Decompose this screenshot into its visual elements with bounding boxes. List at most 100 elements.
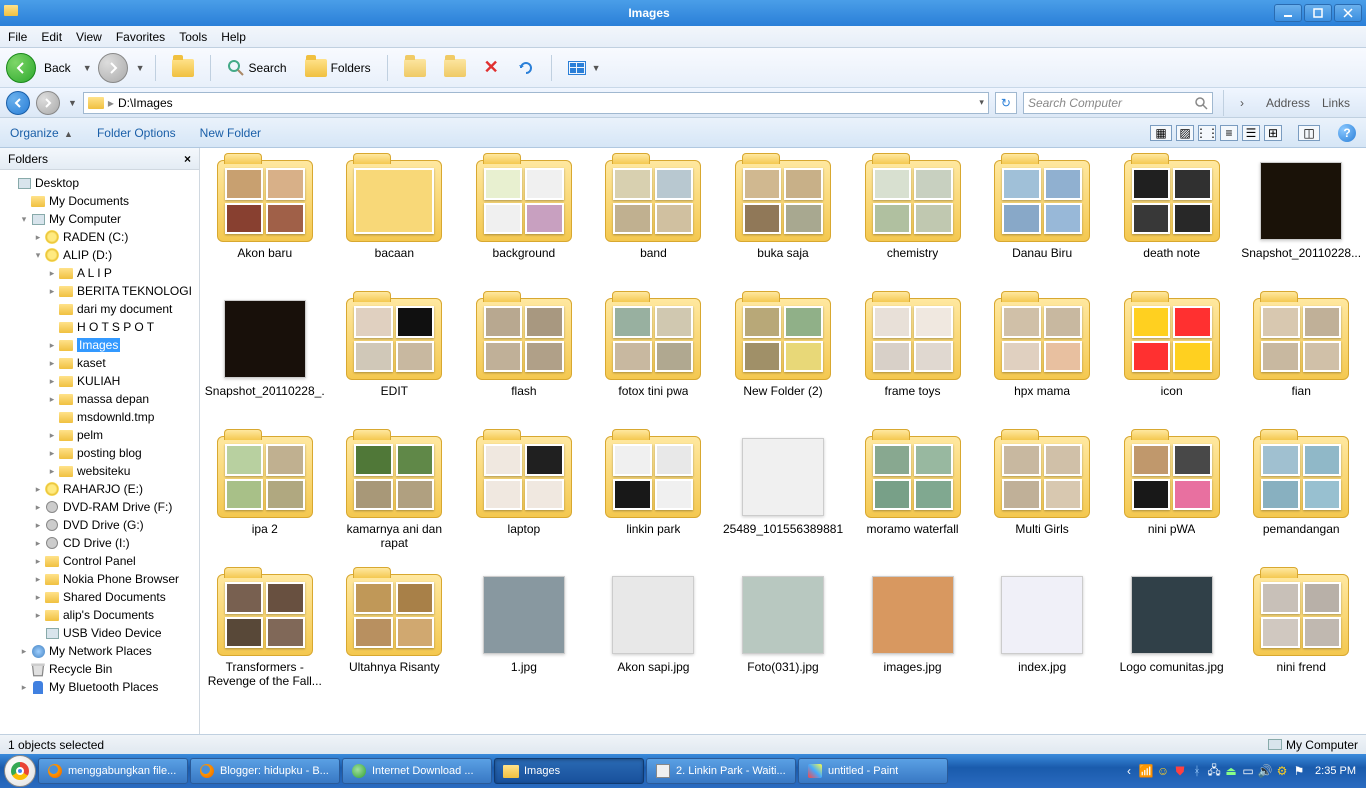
tree-item[interactable]: ▸Nokia Phone Browser — [0, 570, 199, 588]
tree-item[interactable]: msdownld.tmp — [0, 408, 199, 426]
nav-back-button[interactable] — [6, 91, 30, 115]
tree-twisty[interactable]: ▸ — [32, 538, 44, 549]
image-item[interactable]: 1.jpg — [461, 570, 587, 706]
view-list[interactable]: ≡ — [1220, 125, 1238, 141]
taskbar-button[interactable]: Internet Download ... — [342, 758, 492, 784]
folder-item[interactable]: chemistry — [850, 156, 976, 292]
folder-item[interactable]: moramo waterfall — [850, 432, 976, 568]
folder-item[interactable]: kamarnya ani dan rapat — [332, 432, 458, 568]
tray-smiley-icon[interactable]: ☺ — [1156, 764, 1170, 778]
back-button[interactable] — [6, 53, 36, 83]
tree-item[interactable]: My Documents — [0, 192, 199, 210]
folder-item[interactable]: hpx mama — [979, 294, 1105, 430]
taskbar-clock[interactable]: 2:35 PM — [1315, 765, 1356, 777]
delete-button[interactable]: ✕ — [478, 53, 505, 82]
tree-twisty[interactable]: ▸ — [46, 340, 58, 351]
tree-item[interactable]: ▸DVD-RAM Drive (F:) — [0, 498, 199, 516]
tree-twisty[interactable]: ▸ — [46, 376, 58, 387]
folder-item[interactable]: Danau Biru — [979, 156, 1105, 292]
move-to-button[interactable] — [398, 55, 432, 81]
tree-item[interactable]: ▸KULIAH — [0, 372, 199, 390]
tree-twisty[interactable]: ▸ — [32, 610, 44, 621]
tray-shield-icon[interactable]: ⛊ — [1173, 764, 1187, 778]
refresh-button[interactable]: ↻ — [995, 92, 1017, 114]
folders-button[interactable]: Folders — [299, 55, 377, 81]
tree-item[interactable]: ▾ALIP (D:) — [0, 246, 199, 264]
tree-twisty[interactable]: ▸ — [46, 268, 58, 279]
maximize-button[interactable] — [1304, 4, 1332, 22]
image-item[interactable]: Snapshot_20110228.... — [1238, 156, 1364, 292]
tree-item[interactable]: ▸Control Panel — [0, 552, 199, 570]
tray-bluetooth-icon[interactable]: ᚼ — [1190, 764, 1204, 778]
tree-twisty[interactable]: ▸ — [32, 520, 44, 531]
tree-twisty[interactable]: ▸ — [32, 574, 44, 585]
folder-item[interactable]: Transformers - Revenge of the Fall... — [202, 570, 328, 706]
tray-display-icon[interactable]: ▭ — [1241, 764, 1255, 778]
image-item[interactable]: index.jpg — [979, 570, 1105, 706]
taskbar-button[interactable]: Blogger: hidupku - B... — [190, 758, 340, 784]
folder-item[interactable]: frame toys — [850, 294, 976, 430]
close-button[interactable] — [1334, 4, 1362, 22]
tree-twisty[interactable]: ▸ — [32, 232, 44, 243]
taskbar-button[interactable]: 2. Linkin Park - Waiti... — [646, 758, 796, 784]
tree-twisty[interactable]: ▾ — [18, 214, 30, 225]
menu-view[interactable]: View — [76, 30, 102, 44]
folder-item[interactable]: Multi Girls — [979, 432, 1105, 568]
system-tray[interactable]: ‹ 📶 ☺ ⛊ ᚼ 🖧 ⏏ ▭ 🔊 ⚙ ⚑ 2:35 PM — [1122, 764, 1362, 778]
image-item[interactable]: Logo comunitas.jpg — [1109, 570, 1235, 706]
tree-item[interactable]: ▸posting blog — [0, 444, 199, 462]
help-button[interactable]: ? — [1338, 124, 1356, 142]
tree-twisty[interactable]: ▾ — [32, 250, 44, 261]
up-button[interactable] — [166, 55, 200, 81]
menu-favorites[interactable]: Favorites — [116, 30, 165, 44]
search-box[interactable] — [1023, 92, 1213, 114]
folder-item[interactable]: nini frend — [1238, 570, 1364, 706]
folder-item[interactable]: death note — [1109, 156, 1235, 292]
links-pane-label[interactable]: Links — [1322, 96, 1350, 110]
tray-flag-icon[interactable]: ⚑ — [1292, 764, 1306, 778]
tree-twisty[interactable]: ▸ — [46, 358, 58, 369]
undo-button[interactable] — [511, 55, 541, 81]
folder-tree[interactable]: DesktopMy Documents▾My Computer▸RADEN (C… — [0, 170, 199, 734]
folder-options-button[interactable]: Folder Options — [97, 126, 176, 140]
tree-item[interactable]: ▸massa depan — [0, 390, 199, 408]
tray-eject-icon[interactable]: ⏏ — [1224, 764, 1238, 778]
search-input[interactable] — [1028, 96, 1194, 110]
folder-item[interactable]: ipa 2 — [202, 432, 328, 568]
tree-twisty[interactable]: ▸ — [32, 484, 44, 495]
tree-item[interactable]: Recycle Bin — [0, 660, 199, 678]
menu-help[interactable]: Help — [221, 30, 246, 44]
folder-item[interactable]: fotox tini pwa — [591, 294, 717, 430]
tree-item[interactable]: ▸My Bluetooth Places — [0, 678, 199, 696]
folder-item[interactable]: New Folder (2) — [720, 294, 846, 430]
folder-item[interactable]: bacaan — [332, 156, 458, 292]
tree-item[interactable]: Desktop — [0, 174, 199, 192]
preview-pane-button[interactable]: ◫ — [1298, 125, 1320, 141]
tree-twisty[interactable]: ▸ — [46, 286, 58, 297]
tree-item[interactable]: USB Video Device — [0, 624, 199, 642]
views-button[interactable]: ▼ — [562, 57, 607, 79]
copy-to-button[interactable] — [438, 55, 472, 81]
tree-twisty[interactable]: ▸ — [32, 502, 44, 513]
folder-item[interactable]: flash — [461, 294, 587, 430]
address-bar[interactable]: ▸ ▾ — [83, 92, 989, 114]
tree-item[interactable]: ▸My Network Places — [0, 642, 199, 660]
menu-file[interactable]: File — [8, 30, 27, 44]
folder-item[interactable]: fian — [1238, 294, 1364, 430]
tree-item[interactable]: ▸websiteku — [0, 462, 199, 480]
address-input[interactable] — [118, 96, 973, 110]
tree-item[interactable]: ▸pelm — [0, 426, 199, 444]
organize-button[interactable]: Organize ▲ — [10, 126, 73, 140]
view-small-icons[interactable]: ⋮⋮ — [1198, 125, 1216, 141]
nav-history-dropdown[interactable]: ▼ — [68, 98, 77, 108]
view-large-icons[interactable]: ▦ — [1150, 125, 1172, 141]
folder-item[interactable]: band — [591, 156, 717, 292]
tree-item[interactable]: ▸kaset — [0, 354, 199, 372]
folder-item[interactable]: buka saja — [720, 156, 846, 292]
tray-network-icon[interactable]: 🖧 — [1207, 764, 1221, 778]
tree-twisty[interactable]: ▸ — [46, 466, 58, 477]
sidebar-close-button[interactable]: × — [184, 152, 191, 166]
tree-item[interactable]: dari my document — [0, 300, 199, 318]
folder-item[interactable]: background — [461, 156, 587, 292]
view-tiles[interactable]: ⊞ — [1264, 125, 1282, 141]
